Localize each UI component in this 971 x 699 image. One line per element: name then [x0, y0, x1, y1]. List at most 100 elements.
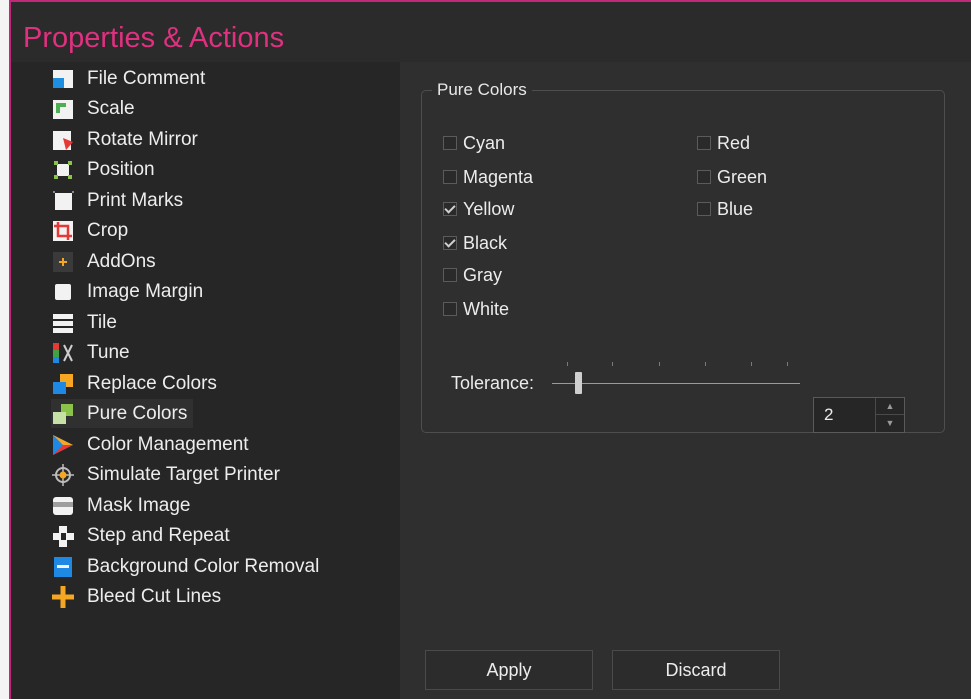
- checkbox-white[interactable]: White: [443, 297, 509, 321]
- checkbox-label: Gray: [463, 264, 503, 285]
- nav-item-label: AddOns: [87, 250, 156, 272]
- nav-item-label: Simulate Target Printer: [87, 463, 280, 485]
- replace-colors-icon: [51, 372, 75, 396]
- bleed-cut-lines-icon: [51, 585, 75, 609]
- checkbox-label: White: [463, 298, 510, 319]
- tolerance-value[interactable]: 2: [824, 405, 833, 425]
- checkbox-box[interactable]: [443, 136, 457, 150]
- nav-item-label: Step and Repeat: [87, 524, 230, 546]
- nav-item-crop[interactable]: Crop: [51, 216, 134, 245]
- nav-item-label: Mask Image: [87, 494, 191, 516]
- file-comment-icon: [51, 67, 75, 91]
- window-title: Properties & Actions: [23, 22, 285, 54]
- nav-item-background-color-removal[interactable]: Background Color Removal: [51, 552, 325, 581]
- nav-item-color-management[interactable]: Color Management: [51, 430, 255, 459]
- checkbox-box[interactable]: [697, 170, 711, 184]
- checkbox-label: Magenta: [463, 166, 534, 187]
- checkbox-cyan[interactable]: Cyan: [443, 131, 505, 155]
- checkbox-yellow[interactable]: Yellow: [443, 197, 514, 221]
- nav-item-label: Bleed Cut Lines: [87, 585, 222, 607]
- checkbox-box[interactable]: [443, 268, 457, 282]
- slider-track: [552, 383, 800, 384]
- nav-item-label: File Comment: [87, 67, 206, 89]
- nav-item-label: Background Color Removal: [87, 555, 320, 577]
- nav-item-tile[interactable]: Tile: [51, 308, 123, 337]
- checkbox-box[interactable]: [443, 236, 457, 250]
- nav-item-mask-image[interactable]: Mask Image: [51, 491, 196, 520]
- nav-item-addons[interactable]: AddOns: [51, 247, 162, 276]
- nav-item-label: Tune: [87, 341, 130, 363]
- checkbox-label: Cyan: [463, 132, 506, 153]
- checkbox-box[interactable]: [697, 136, 711, 150]
- nav-item-label: Image Margin: [87, 280, 204, 302]
- discard-button[interactable]: Discard: [612, 650, 780, 690]
- checkbox-label: Red: [717, 132, 751, 153]
- slider-tick: [659, 362, 660, 366]
- spin-down-button[interactable]: ▼: [876, 415, 904, 432]
- nav-item-label: Replace Colors: [87, 372, 217, 394]
- checkbox-box[interactable]: [443, 170, 457, 184]
- nav-item-tune[interactable]: Tune: [51, 338, 136, 367]
- checkbox-box[interactable]: [443, 202, 457, 216]
- slider-tick: [567, 362, 568, 366]
- slider-thumb[interactable]: [575, 372, 582, 394]
- nav-item-bleed-cut-lines[interactable]: Bleed Cut Lines: [51, 582, 227, 611]
- nav-item-replace-colors[interactable]: Replace Colors: [51, 369, 223, 398]
- slider-tick: [787, 362, 788, 366]
- mask-image-icon: [51, 494, 75, 518]
- nav-item-file-comment[interactable]: File Comment: [51, 64, 211, 93]
- nav-item-print-marks[interactable]: Print Marks: [51, 186, 189, 215]
- tile-icon: [51, 311, 75, 335]
- nav-item-label: Pure Colors: [87, 402, 188, 424]
- checkbox-gray[interactable]: Gray: [443, 263, 502, 287]
- nav-item-image-margin[interactable]: Image Margin: [51, 277, 209, 306]
- checkbox-label: Black: [463, 232, 508, 253]
- nav-item-label: Crop: [87, 219, 129, 241]
- addons-icon: [51, 250, 75, 274]
- tolerance-slider[interactable]: [552, 359, 800, 399]
- spin-buttons: ▲ ▼: [875, 398, 904, 432]
- tolerance-label: Tolerance:: [451, 373, 535, 393]
- color-management-icon: [51, 433, 75, 457]
- apply-button[interactable]: Apply: [425, 650, 593, 690]
- checkbox-label: Yellow: [463, 198, 515, 219]
- checkbox-box[interactable]: [697, 202, 711, 216]
- nav-item-simulate-target-printer[interactable]: Simulate Target Printer: [51, 460, 286, 489]
- checkbox-label: Blue: [717, 198, 754, 219]
- nav-item-scale[interactable]: Scale: [51, 94, 141, 123]
- nav-item-label: Rotate Mirror: [87, 128, 198, 150]
- nav-item-label: Color Management: [87, 433, 249, 455]
- slider-tick: [612, 362, 613, 366]
- checkbox-box[interactable]: [443, 302, 457, 316]
- checkbox-green[interactable]: Green: [697, 165, 767, 189]
- slider-tick: [751, 362, 752, 366]
- nav-item-rotate-mirror[interactable]: Rotate Mirror: [51, 125, 204, 154]
- print-marks-icon: [51, 189, 75, 213]
- simulate-target-printer-icon: [51, 463, 75, 487]
- group-title: Pure Colors: [432, 80, 532, 100]
- position-icon: [51, 158, 75, 182]
- pure-colors-icon: [51, 402, 75, 426]
- nav-item-label: Scale: [87, 97, 135, 119]
- properties-actions-window: Properties & Actions File Comment Scale …: [9, 0, 971, 699]
- pure-colors-group: Pure Colors Cyan Magenta Yellow Black Gr…: [421, 80, 945, 433]
- crop-icon: [51, 219, 75, 243]
- tolerance-spinbox[interactable]: 2 ▲ ▼: [813, 397, 905, 433]
- background-strip: [0, 0, 9, 699]
- checkbox-magenta[interactable]: Magenta: [443, 165, 533, 189]
- spin-up-button[interactable]: ▲: [876, 398, 904, 415]
- nav-item-step-and-repeat[interactable]: Step and Repeat: [51, 521, 236, 550]
- slider-tick: [705, 362, 706, 366]
- checkbox-label: Green: [717, 166, 768, 187]
- properties-panel: Pure Colors Cyan Magenta Yellow Black Gr…: [400, 62, 971, 699]
- step-and-repeat-icon: [51, 524, 75, 548]
- checkbox-red[interactable]: Red: [697, 131, 750, 155]
- nav-item-position[interactable]: Position: [51, 155, 161, 184]
- background-color-removal-icon: [51, 555, 75, 579]
- nav-item-label: Tile: [87, 311, 117, 333]
- nav-item-pure-colors[interactable]: Pure Colors: [51, 399, 194, 428]
- nav-item-label: Print Marks: [87, 189, 184, 211]
- checkbox-black[interactable]: Black: [443, 231, 507, 255]
- checkbox-blue[interactable]: Blue: [697, 197, 753, 221]
- scale-icon: [51, 97, 75, 121]
